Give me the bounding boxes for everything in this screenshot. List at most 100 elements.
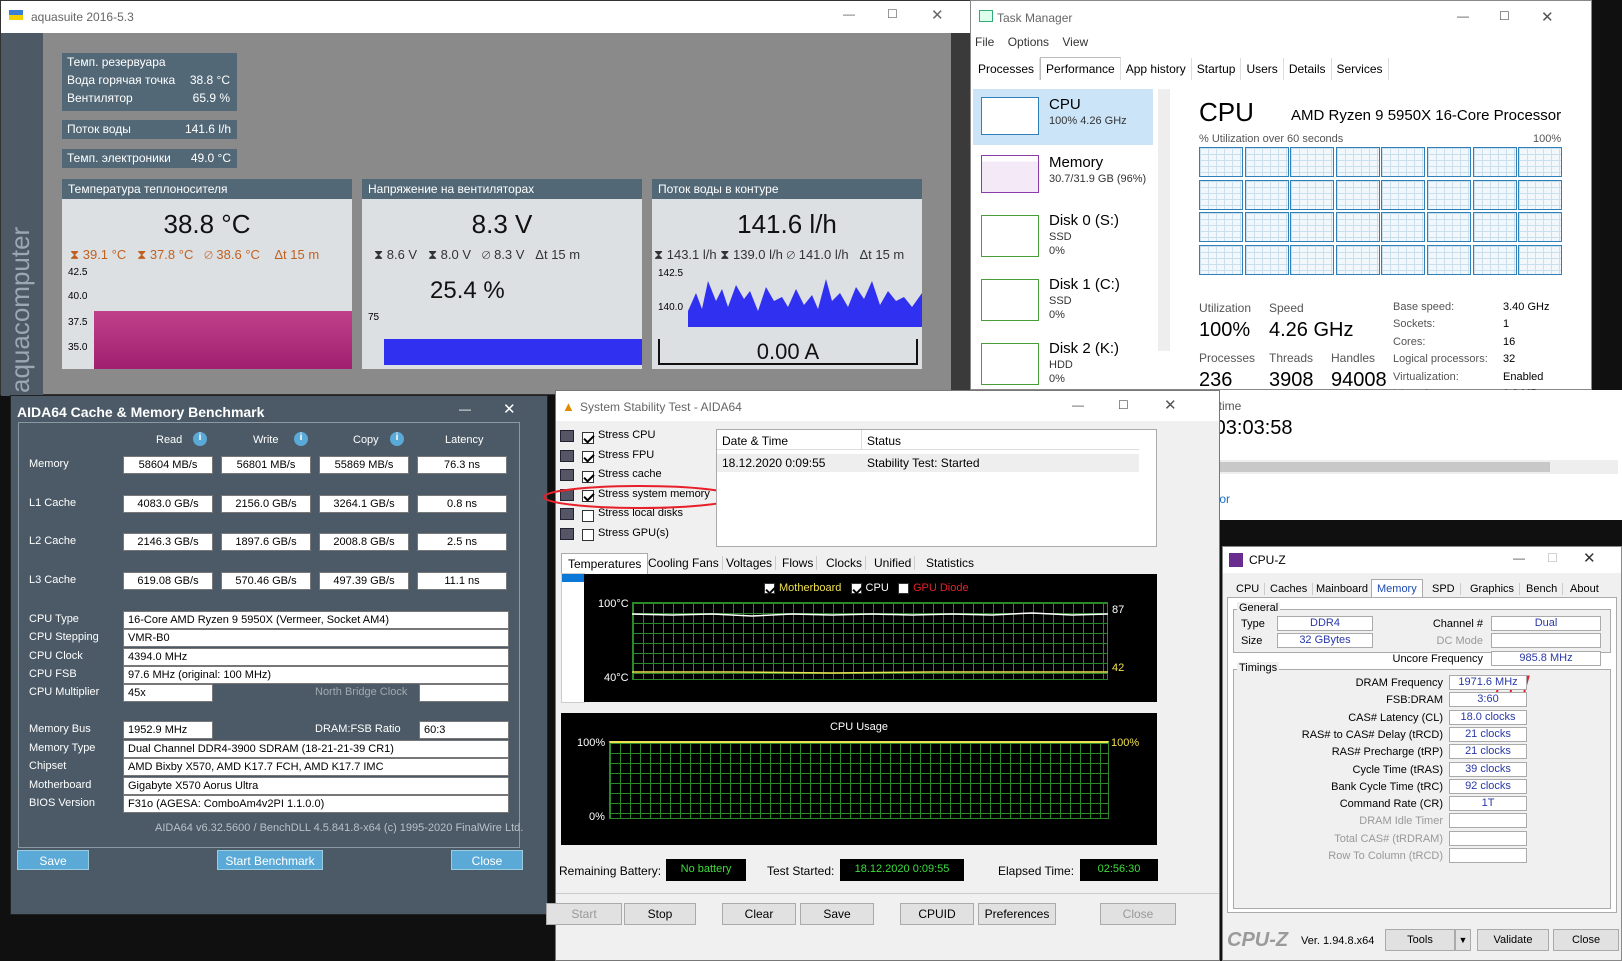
timing-value: 39 clocks bbox=[1449, 761, 1527, 777]
benchmark-value: 4083.0 GB/s bbox=[123, 494, 213, 513]
status-log: Date & Time Status 18.12.2020 0:09:55 St… bbox=[716, 429, 1157, 547]
scrollbar-thumb[interactable] bbox=[1214, 462, 1550, 472]
tile-value: 65.9 % bbox=[192, 91, 230, 105]
logical-processor-graph bbox=[1427, 212, 1471, 242]
tab-cpu[interactable]: CPU bbox=[1231, 583, 1266, 595]
resource-item-cpu[interactable]: CPU 100% 4.26 GHz bbox=[973, 89, 1153, 145]
resource-list-scrollbar[interactable] bbox=[1158, 89, 1170, 351]
minimize-button[interactable]: — bbox=[843, 7, 855, 21]
logical-processor-graph bbox=[1290, 244, 1335, 275]
legend-motherboard: Motherboard bbox=[779, 582, 842, 594]
cpuid-button[interactable]: CPUID bbox=[900, 903, 974, 925]
tab-startup[interactable]: Startup bbox=[1192, 58, 1242, 80]
minimize-button[interactable]: — bbox=[1513, 551, 1525, 565]
stress-checkbox[interactable] bbox=[582, 451, 594, 464]
maximize-button[interactable]: ☐ bbox=[1547, 551, 1558, 565]
menu-options[interactable]: Options bbox=[1008, 35, 1049, 49]
tab-voltages[interactable]: Voltages bbox=[723, 556, 777, 570]
tab-performance[interactable]: Performance bbox=[1040, 57, 1121, 80]
tools-dropdown-icon[interactable]: ▼ bbox=[1455, 929, 1471, 951]
stress-option[interactable]: Stress FPU bbox=[560, 447, 654, 465]
horizontal-scrollbar[interactable] bbox=[1198, 460, 1618, 474]
tab-processes[interactable]: Processes bbox=[973, 58, 1041, 80]
tab-clocks[interactable]: Clocks bbox=[823, 556, 867, 570]
close-button[interactable]: ✕ bbox=[1164, 396, 1177, 414]
menu-view[interactable]: View bbox=[1062, 35, 1088, 49]
close-button[interactable]: Close bbox=[451, 850, 523, 870]
tab-app-history[interactable]: App history bbox=[1121, 58, 1192, 80]
column-status[interactable]: Status bbox=[867, 434, 901, 448]
timing-value: 21 clocks bbox=[1449, 726, 1527, 742]
info-value: AMD Bixby X570, AMD K17.7 FCH, AMD K17.7… bbox=[123, 758, 509, 777]
preferences-button[interactable]: Preferences bbox=[978, 903, 1056, 925]
close-button[interactable]: ✕ bbox=[503, 400, 516, 418]
resource-item-disk0[interactable]: Disk 0 (S:) SSD 0% bbox=[973, 209, 1153, 269]
save-button[interactable]: Save bbox=[17, 850, 89, 870]
maximize-button[interactable]: ☐ bbox=[1118, 398, 1129, 412]
tab-bench[interactable]: Bench bbox=[1521, 583, 1564, 595]
maximize-button[interactable]: ☐ bbox=[1499, 9, 1510, 23]
tab-spd[interactable]: SPD bbox=[1427, 583, 1461, 595]
info-value: VMR-B0 bbox=[123, 629, 509, 648]
start-benchmark-button[interactable]: Start Benchmark bbox=[217, 850, 323, 870]
close-button[interactable]: Close bbox=[1100, 903, 1176, 925]
tab-services[interactable]: Services bbox=[1332, 58, 1389, 80]
timing-value: 18.0 clocks bbox=[1449, 709, 1527, 725]
benchmark-value: 2.5 ns bbox=[417, 533, 507, 552]
stress-checkbox[interactable] bbox=[582, 529, 594, 542]
close-button[interactable]: ✕ bbox=[1583, 549, 1596, 567]
tile-value: 49.0 °C bbox=[190, 151, 231, 165]
clear-button[interactable]: Clear bbox=[722, 903, 796, 925]
flame-icon: ▲ bbox=[562, 399, 575, 414]
stress-checkbox[interactable] bbox=[582, 431, 594, 444]
stop-button[interactable]: Stop bbox=[624, 903, 696, 925]
tab-details[interactable]: Details bbox=[1284, 58, 1332, 80]
minimize-button[interactable]: — bbox=[1457, 9, 1469, 23]
group-label: Timings bbox=[1237, 662, 1280, 674]
tab-mainboard[interactable]: Mainboard bbox=[1311, 583, 1374, 595]
tools-button[interactable]: Tools bbox=[1385, 929, 1455, 951]
tab-unified[interactable]: Unified bbox=[871, 556, 916, 570]
tab-temperatures[interactable]: Temperatures bbox=[561, 553, 649, 574]
tab-users[interactable]: Users bbox=[1241, 58, 1284, 80]
tab-memory[interactable]: Memory bbox=[1371, 579, 1423, 598]
resource-item-memory[interactable]: Memory 30.7/31.9 GB (96%) bbox=[973, 151, 1153, 207]
motherboard-checkbox[interactable] bbox=[764, 582, 775, 594]
timing-value: 1T bbox=[1449, 796, 1527, 812]
minimize-button[interactable]: — bbox=[1072, 398, 1084, 412]
stat-avg: ⌀ 38.6 °C bbox=[204, 247, 260, 262]
menu-file[interactable]: File bbox=[975, 35, 994, 49]
start-button[interactable]: Start bbox=[546, 903, 622, 925]
close-button[interactable]: ✕ bbox=[931, 6, 944, 24]
resource-item-disk2[interactable]: Disk 2 (K:) HDD 0% bbox=[973, 337, 1153, 391]
tab-caches[interactable]: Caches bbox=[1265, 583, 1314, 595]
maximize-button[interactable]: ☐ bbox=[887, 7, 898, 21]
gpu-diode-checkbox[interactable] bbox=[897, 582, 909, 594]
benchmark-value: 2156.0 GB/s bbox=[221, 494, 311, 513]
tab-graphics[interactable]: Graphics bbox=[1465, 583, 1521, 595]
info-icon[interactable]: i bbox=[294, 432, 308, 446]
logical-processor-graph bbox=[1381, 212, 1426, 242]
processes-value: 236 bbox=[1199, 369, 1233, 391]
tab-flows[interactable]: Flows bbox=[779, 556, 818, 570]
tab-cooling-fans[interactable]: Cooling Fans bbox=[645, 556, 723, 570]
tab-about[interactable]: About bbox=[1565, 583, 1604, 595]
stress-option[interactable]: Stress CPU bbox=[560, 427, 655, 445]
close-button[interactable]: Close bbox=[1553, 929, 1619, 951]
info-icon[interactable]: i bbox=[193, 432, 207, 446]
log-row[interactable]: 18.12.2020 0:09:55 Stability Test: Start… bbox=[717, 454, 1139, 472]
stress-option[interactable]: Stress GPU(s) bbox=[560, 525, 669, 543]
column-datetime[interactable]: Date & Time bbox=[722, 434, 788, 448]
resource-item-disk1[interactable]: Disk 1 (C:) SSD 0% bbox=[973, 273, 1153, 333]
validate-button[interactable]: Validate bbox=[1477, 929, 1549, 951]
save-button[interactable]: Save bbox=[800, 903, 874, 925]
spec-label: Logical processors: bbox=[1393, 353, 1488, 366]
logical-processor-graph bbox=[1199, 244, 1243, 275]
benchmark-value: 56801 MB/s bbox=[221, 456, 311, 474]
minimize-button[interactable]: — bbox=[459, 402, 471, 416]
close-button[interactable]: ✕ bbox=[1541, 8, 1554, 26]
tab-statistics[interactable]: Statistics bbox=[923, 556, 977, 570]
info-icon[interactable]: i bbox=[390, 432, 404, 446]
graph-scroll[interactable] bbox=[561, 573, 585, 703]
cpu-checkbox[interactable] bbox=[850, 582, 862, 594]
